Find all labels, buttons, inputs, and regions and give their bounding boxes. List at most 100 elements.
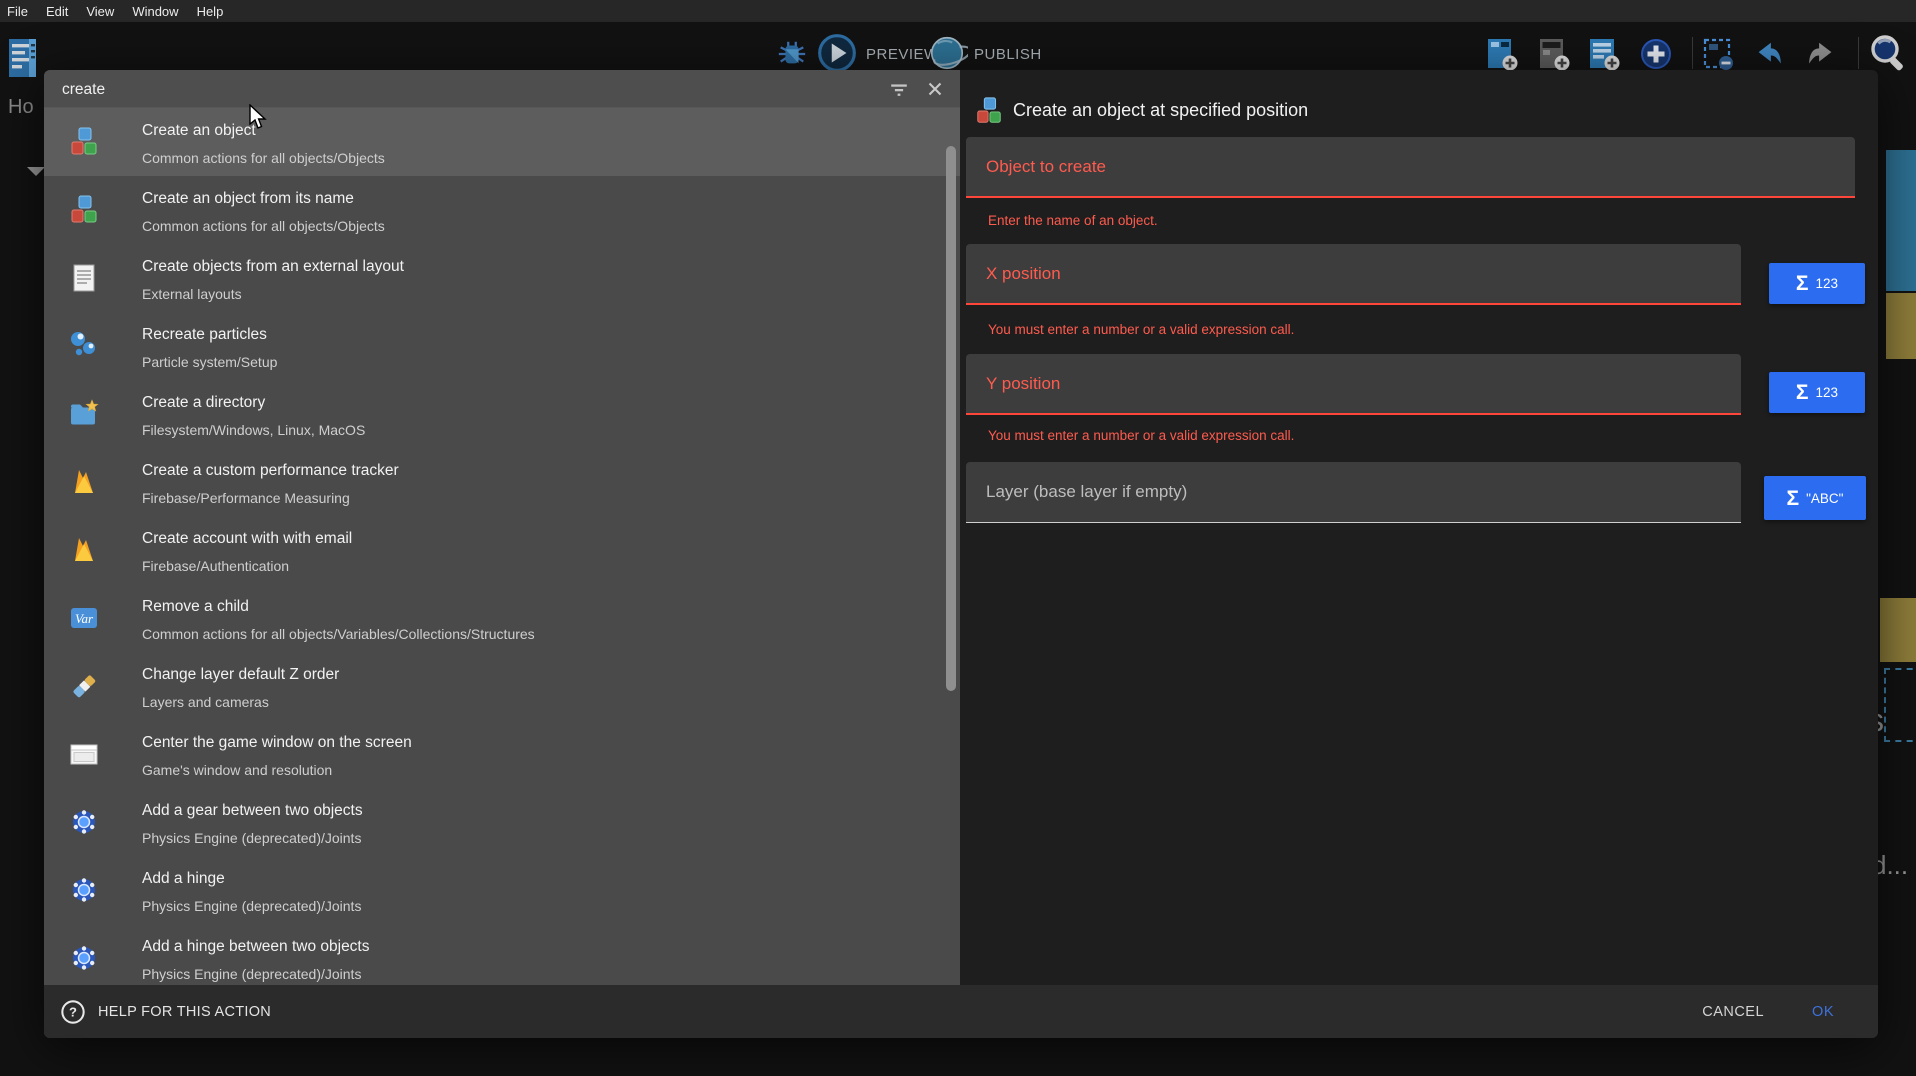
dialog-title: Create an object at specified position	[1013, 100, 1308, 121]
physics-joint-icon	[68, 942, 100, 974]
object-helper-text: Enter the name of an object.	[988, 213, 1158, 228]
list-item[interactable]: Center the game window on the screen Gam…	[44, 720, 960, 788]
y-expression-button-label: 123	[1816, 385, 1839, 400]
x-position-field[interactable]	[966, 244, 1741, 305]
project-manager-icon[interactable]	[7, 36, 41, 85]
y-error-text: You must enter a number or a valid expre…	[988, 428, 1294, 443]
action-subtitle: Layers and cameras	[142, 691, 930, 713]
action-subtitle: Common actions for all objects/Variables…	[142, 623, 930, 645]
menu-view[interactable]: View	[86, 4, 114, 19]
svg-text:Var: Var	[75, 611, 94, 626]
action-title: Add a hinge between two objects	[142, 936, 930, 958]
layer-expression-button-label: "ABC"	[1806, 491, 1843, 506]
background-panel-fragment	[1886, 150, 1916, 291]
list-item[interactable]: Create an object from its name Common ac…	[44, 176, 960, 244]
list-item[interactable]: Add a hinge Physics Engine (deprecated)/…	[44, 856, 960, 924]
x-expression-button[interactable]: Σ 123	[1769, 263, 1865, 304]
eraser-icon	[68, 670, 100, 702]
toolbar-separator	[1858, 37, 1859, 69]
x-expression-button-label: 123	[1816, 276, 1839, 291]
y-expression-button[interactable]: Σ 123	[1769, 372, 1865, 413]
help-circle-icon: ?	[60, 999, 86, 1025]
menu-window[interactable]: Window	[132, 4, 178, 19]
action-subtitle: Physics Engine (deprecated)/Joints	[142, 895, 930, 917]
action-title: Recreate particles	[142, 324, 930, 346]
home-tab-partial[interactable]: Ho	[8, 96, 34, 119]
action-title: Change layer default Z order	[142, 664, 930, 686]
cubes-icon	[68, 126, 100, 158]
action-subtitle: Filesystem/Windows, Linux, MacOS	[142, 419, 930, 441]
window-icon	[68, 738, 100, 770]
list-item[interactable]: Create a custom performance tracker Fire…	[44, 448, 960, 516]
ok-button[interactable]: OK	[1812, 1004, 1834, 1020]
action-subtitle: Game's window and resolution	[142, 759, 930, 781]
action-subtitle: Firebase/Authentication	[142, 555, 930, 577]
list-item[interactable]: Create objects from an external layout E…	[44, 244, 960, 312]
action-search-panel: Create an object Common actions for all …	[44, 70, 960, 1038]
particles-icon	[68, 330, 100, 362]
layer-input[interactable]	[966, 462, 1741, 522]
scrollbar-thumb[interactable]	[946, 146, 956, 691]
cubes-icon	[68, 194, 100, 226]
action-subtitle: External layouts	[142, 283, 930, 305]
action-subtitle: Common actions for all objects/Objects	[142, 147, 930, 169]
y-position-field[interactable]	[966, 354, 1741, 415]
background-selection-fragment	[1884, 668, 1916, 742]
object-to-create-input[interactable]	[966, 137, 1855, 196]
cancel-button[interactable]: CANCEL	[1702, 1004, 1764, 1020]
action-title: Create a directory	[142, 392, 930, 414]
action-title: Create a custom performance tracker	[142, 460, 930, 482]
list-item[interactable]: Add a hinge between two objects Physics …	[44, 924, 960, 985]
layer-expression-button[interactable]: Σ "ABC"	[1764, 476, 1866, 520]
results-list: Create an object Common actions for all …	[44, 108, 960, 985]
instruction-editor-dialog: Create an object Common actions for all …	[44, 70, 1878, 1038]
search-bar	[44, 70, 960, 108]
action-title: Add a gear between two objects	[142, 800, 930, 822]
action-title: Create objects from an external layout	[142, 256, 930, 278]
sigma-icon: Σ	[1787, 488, 1800, 509]
action-subtitle: Physics Engine (deprecated)/Joints	[142, 963, 930, 985]
publish-button[interactable]: PUBLISH	[974, 45, 1042, 65]
filter-icon[interactable]	[888, 78, 910, 100]
list-item[interactable]: Create account with with email Firebase/…	[44, 516, 960, 584]
y-position-input[interactable]	[966, 354, 1741, 413]
help-label: HELP FOR THIS ACTION	[98, 1004, 271, 1020]
action-subtitle: Firebase/Performance Measuring	[142, 487, 930, 509]
x-position-input[interactable]	[966, 244, 1741, 303]
close-icon[interactable]	[924, 78, 946, 100]
layout-document-icon	[68, 262, 100, 294]
action-title: Create an object from its name	[142, 188, 930, 210]
layer-field[interactable]	[966, 462, 1741, 523]
list-item[interactable]: Change layer default Z order Layers and …	[44, 652, 960, 720]
app-window: FileEditViewWindowHelp PREVIEW PUBLISH H…	[0, 0, 1916, 1076]
action-title: Center the game window on the screen	[142, 732, 930, 754]
action-parameters-panel: Create an object at specified position E…	[960, 70, 1878, 1038]
search-input[interactable]	[44, 70, 705, 109]
list-item[interactable]: Create a directory Filesystem/Windows, L…	[44, 380, 960, 448]
footer-actions: CANCEL OK	[1702, 1004, 1834, 1020]
menu-bar: File Edit View Window Help	[0, 0, 1916, 22]
list-item[interactable]: Var Remove a child Common actions for al…	[44, 584, 960, 652]
action-title: Add a hinge	[142, 868, 930, 890]
help-for-this-action-button[interactable]: ? HELP FOR THIS ACTION	[60, 999, 271, 1025]
menu-help[interactable]: Help	[197, 4, 224, 19]
chevron-down-icon[interactable]	[27, 167, 45, 176]
list-item[interactable]: Create an object Common actions for all …	[44, 108, 960, 176]
dialog-footer: ? HELP FOR THIS ACTION CANCEL OK	[44, 985, 1878, 1038]
object-to-create-field[interactable]	[966, 137, 1855, 198]
variable-icon: Var	[68, 602, 100, 634]
firebase-icon	[68, 466, 100, 498]
svg-text:?: ?	[69, 1004, 77, 1019]
menu-edit[interactable]: Edit	[46, 4, 68, 19]
mouse-cursor	[248, 104, 270, 135]
folder-star-icon	[68, 398, 100, 430]
list-item[interactable]: Add a gear between two objects Physics E…	[44, 788, 960, 856]
physics-joint-icon	[68, 874, 100, 906]
action-subtitle: Physics Engine (deprecated)/Joints	[142, 827, 930, 849]
action-title: Remove a child	[142, 596, 930, 618]
list-item[interactable]: Recreate particles Particle system/Setup	[44, 312, 960, 380]
action-title: Create account with with email	[142, 528, 930, 550]
menu-file[interactable]: File	[7, 4, 28, 19]
action-subtitle: Common actions for all objects/Objects	[142, 215, 930, 237]
sigma-icon: Σ	[1796, 273, 1809, 294]
